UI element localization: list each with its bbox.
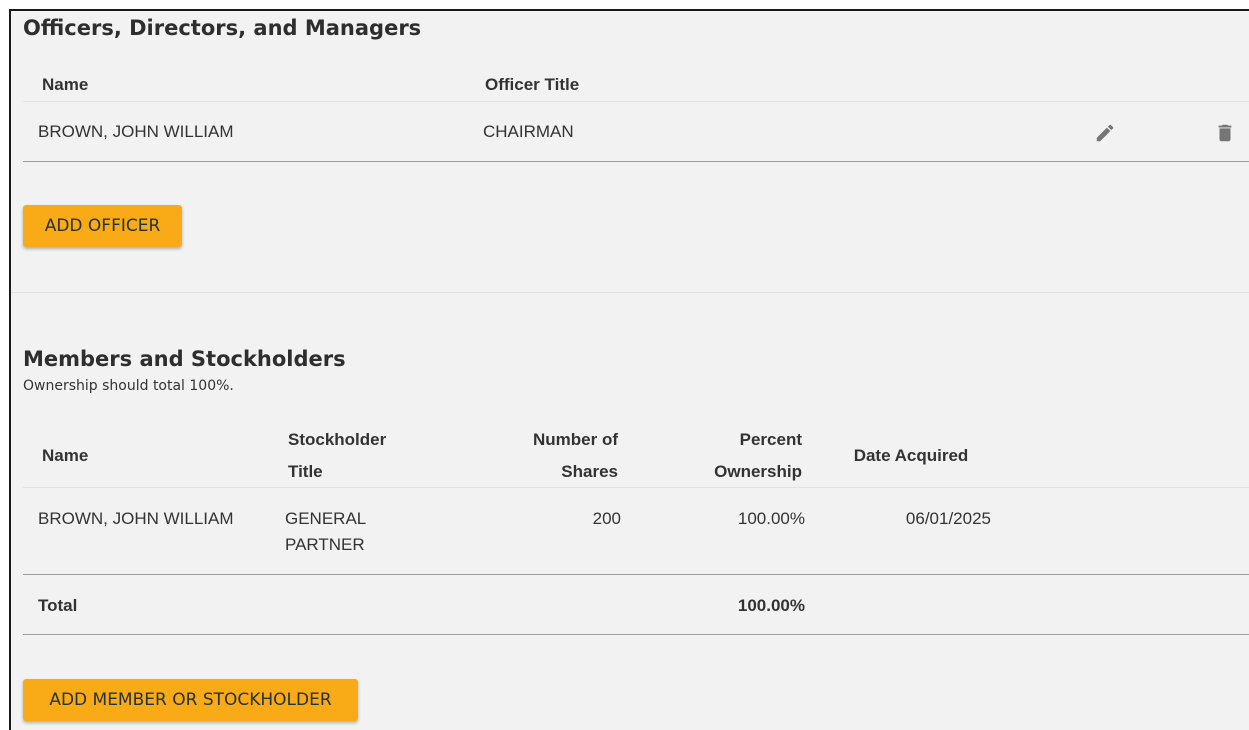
members-header-shares-line1: Number of (533, 430, 618, 449)
members-header-title-line2: Title (288, 462, 323, 481)
add-officer-button[interactable]: ADD OFFICER (23, 205, 182, 247)
member-row-name: BROWN, JOHN WILLIAM (38, 509, 234, 528)
content-panel: Officers, Directors, and Managers Name O… (9, 9, 1249, 730)
member-row-percent: 100.00% (737, 509, 805, 528)
members-total-bottom-border (23, 634, 1249, 635)
officer-row-title: CHAIRMAN (483, 122, 574, 141)
section-divider (11, 292, 1249, 293)
officers-header-name: Name (42, 75, 89, 94)
members-total-label: Total (38, 596, 78, 615)
members-header-percent-line1: Percent (739, 430, 802, 449)
add-member-or-stockholder-button[interactable]: ADD MEMBER OR STOCKHOLDER (23, 679, 358, 721)
pencil-icon[interactable] (1094, 122, 1116, 144)
member-row-title-line1: GENERAL (285, 509, 367, 528)
members-section-subtitle: Ownership should total 100%. (23, 378, 234, 394)
members-rows-bottom-border (23, 574, 1249, 575)
member-row-shares: 200 (592, 509, 621, 528)
officers-header-title: Officer Title (485, 75, 580, 94)
officers-section-title: Officers, Directors, and Managers (23, 16, 422, 40)
members-header-name: Name (42, 446, 89, 465)
members-header-percent-line2: Ownership (714, 462, 802, 481)
members-header-title-line1: Stockholder (288, 430, 387, 449)
members-header-divider (23, 487, 1249, 488)
members-section-title: Members and Stockholders (23, 347, 346, 371)
officers-header-divider (23, 101, 1249, 102)
members-total-percent: 100.00% (737, 596, 805, 615)
officers-table-bottom-border (23, 161, 1249, 162)
trash-icon[interactable] (1214, 122, 1236, 144)
member-row-title-line2: PARTNER (285, 535, 365, 554)
officer-row-name: BROWN, JOHN WILLIAM (38, 122, 234, 141)
member-row-date: 06/01/2025 (905, 509, 991, 528)
members-header-shares-line2: Shares (561, 462, 618, 481)
members-header-date: Date Acquired (853, 446, 969, 465)
